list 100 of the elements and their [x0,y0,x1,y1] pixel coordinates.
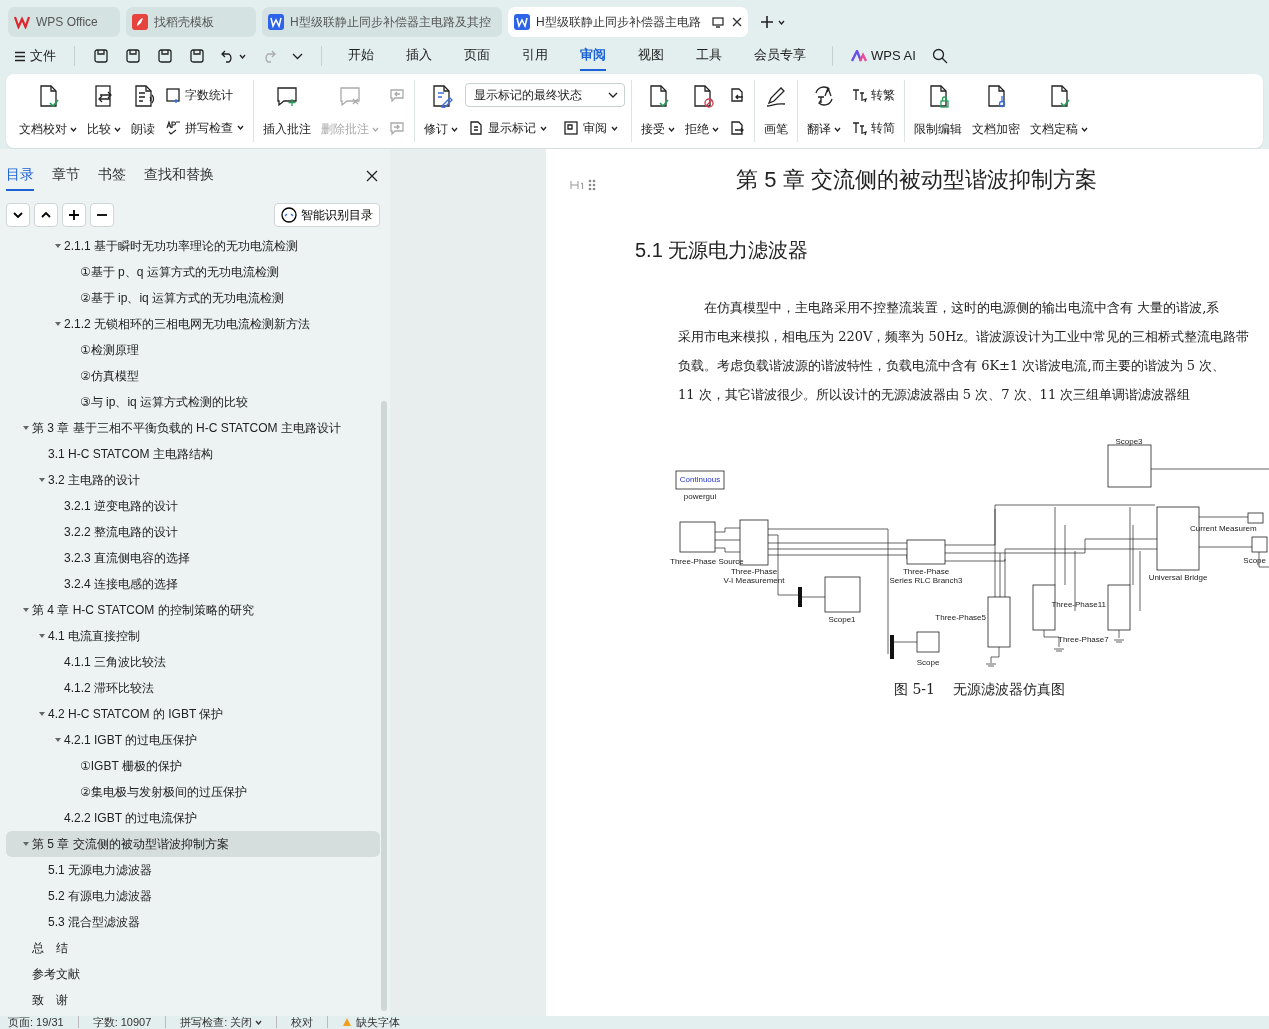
diagram-label: Scope [916,658,940,667]
window-tab[interactable]: WPS Office [8,7,120,37]
toc-item[interactable]: 3.2.3 直流侧电容的选择 [6,545,380,571]
save-icon [93,48,109,64]
toc-item[interactable]: 4.2.1 IGBT 的过电压保护 [6,727,380,753]
sidebar-tab[interactable]: 目录 [6,161,34,191]
ribbon-button[interactable]: 字数统计 [162,83,247,106]
scrollbar-thumb[interactable] [381,401,387,1011]
undo-icon [221,49,235,63]
toc-item[interactable]: ①检测原理 [6,337,380,363]
ribbon-button[interactable]: 文档加密 [969,80,1023,142]
plus-icon [68,209,80,221]
toc-item[interactable]: 3.2.4 连接电感的选择 [6,571,380,597]
promote-button[interactable] [62,203,86,227]
expand-triangle-icon[interactable] [20,424,32,432]
word-count-icon [165,86,181,103]
toc-item[interactable]: 第 5 章 交流侧的被动型谐波抑制方案 [6,831,380,857]
ribbon-tab[interactable]: 工具 [696,41,722,71]
demote-button[interactable] [90,203,114,227]
ribbon-button[interactable]: 修订 [421,80,461,142]
toc-item[interactable]: ②仿真模型 [6,363,380,389]
toc-item[interactable]: 3.2 主电路的设计 [6,467,380,493]
toc-item[interactable]: ②集电极与发射极间的过压保护 [6,779,380,805]
window-tab[interactable]: H型级联静止同步补偿器主电路 [508,7,748,37]
drag-handle-icon [588,179,596,191]
expand-triangle-icon[interactable] [52,242,64,250]
ribbon-button[interactable]: 文档校对 [16,80,80,142]
chapter-heading: 第 5 章 交流侧的被动型谐波抑制方案 [736,166,1097,194]
markup-select[interactable]: 显示标记的最终状态 [465,83,625,107]
ribbon-tab[interactable]: 开始 [348,41,374,71]
expand-triangle-icon[interactable] [20,840,32,848]
toc-item[interactable]: ①IGBT 栅极的保护 [6,753,380,779]
ribbon-button[interactable]: 限制编辑 [911,80,965,142]
expand-triangle-icon[interactable] [36,476,48,484]
template-logo-icon [132,14,148,30]
toc-item[interactable]: 4.1 电流直接控制 [6,623,380,649]
diagram-label: Three-Phase11 [1051,600,1106,609]
spell-check-status[interactable]: 拼写检查: 关闭 [180,1016,278,1028]
toc-item[interactable]: 参考文献 [6,961,380,987]
toc-item[interactable]: 5.1 无源电力滤波器 [6,857,380,883]
toc-item[interactable]: 5.2 有源电力滤波器 [6,883,380,909]
window-tab[interactable]: H型级联静止同步补偿器主电路及其控 [262,7,502,37]
toc-item[interactable]: 总 结 [6,935,380,961]
expand-triangle-icon[interactable] [36,632,48,640]
ribbon-tab[interactable]: 引用 [522,41,548,71]
ribbon-tab[interactable]: 审阅 [580,41,606,71]
status-text: 页面: 19/31 [8,1016,79,1028]
section-heading: 5.1 无源电力滤波器 [635,238,810,263]
ribbon-button[interactable]: 文档定稿 [1027,80,1091,142]
expand-triangle-icon[interactable] [20,606,32,614]
ribbon-tab[interactable]: 视图 [638,41,664,71]
file-menu[interactable]: 文件 [8,44,62,68]
ribbon-button[interactable]: 画笔 [761,80,791,142]
ribbon-button[interactable]: 翻译 [804,80,844,142]
toc-item[interactable]: 4.1.1 三角波比较法 [6,649,380,675]
toc-item[interactable]: 2.1.2 无锁相环的三相电网无功电流检测新方法 [6,311,380,337]
ribbon-button[interactable]: 显示标记 [465,117,550,139]
collapse-button[interactable] [6,203,30,227]
toc-item[interactable]: 5.3 混合型滤波器 [6,909,380,935]
toc-item[interactable]: 第 3 章 基于三相不平衡负载的 H-C STATCOM 主电路设计 [6,415,380,441]
toc-item[interactable]: 致 谢 [6,987,380,1013]
toc-item[interactable]: 3.2.1 逆变电路的设计 [6,493,380,519]
monitor-icon [712,16,724,28]
sidebar-tab[interactable]: 章节 [52,161,80,191]
toc-item[interactable]: ②基于 ip、iq 运算方式的无功电流检测 [6,285,380,311]
missing-font-status[interactable]: 缺失字体 [342,1016,415,1028]
search-icon [931,48,948,64]
ribbon-button[interactable]: 接受 [638,80,678,142]
expand-button[interactable] [34,203,58,227]
window-tab[interactable]: 找稻壳模板 [126,7,256,37]
toc-item[interactable]: 4.1.2 滞环比较法 [6,675,380,701]
sidebar-tab[interactable]: 书签 [98,161,126,191]
ribbon-button[interactable]: 插入批注 [260,80,314,142]
status-text: 字数: 10907 [92,1016,167,1028]
smart-toc-button[interactable]: 智能识别目录 [274,203,380,227]
menu-icon [14,50,26,62]
expand-triangle-icon[interactable] [52,736,64,744]
caret-icon [239,53,246,59]
toc-item[interactable]: 2.1.1 基于瞬时无功功率理论的无功电流检测 [6,233,380,259]
ribbon-button[interactable]: 转繁 [848,83,898,106]
ribbon-button[interactable]: 拼写检查 [162,116,247,139]
toc-item[interactable]: 4.2 H-C STATCOM 的 IGBT 保护 [6,701,380,727]
toc-item[interactable]: 4.2.2 IGBT 的过电流保护 [6,805,380,831]
ribbon-button[interactable]: 比较 [84,80,124,142]
wps-ai-button[interactable]: WPS AI [845,44,922,68]
ribbon-button[interactable]: 朗读 [128,80,158,142]
toc-item[interactable]: 第 4 章 H-C STATCOM 的控制策略的研究 [6,597,380,623]
sidebar-tab[interactable]: 查找和替换 [144,161,214,191]
ribbon-button[interactable]: 拒绝 [682,80,722,142]
expand-triangle-icon[interactable] [36,710,48,718]
ribbon-tab[interactable]: 插入 [406,41,432,71]
toc-item[interactable]: 3.1 H-C STATCOM 主电路结构 [6,441,380,467]
expand-triangle-icon[interactable] [52,320,64,328]
ribbon-tab[interactable]: 页面 [464,41,490,71]
ribbon-button[interactable]: 转简 [848,116,898,139]
ribbon-button[interactable]: 审阅 [560,117,621,139]
ribbon-tab[interactable]: 会员专享 [754,41,806,71]
toc-item[interactable]: ①基于 p、q 运算方式的无功电流检测 [6,259,380,285]
toc-item[interactable]: 3.2.2 整流电路的设计 [6,519,380,545]
toc-item[interactable]: ③与 ip、iq 运算方式检测的比较 [6,389,380,415]
